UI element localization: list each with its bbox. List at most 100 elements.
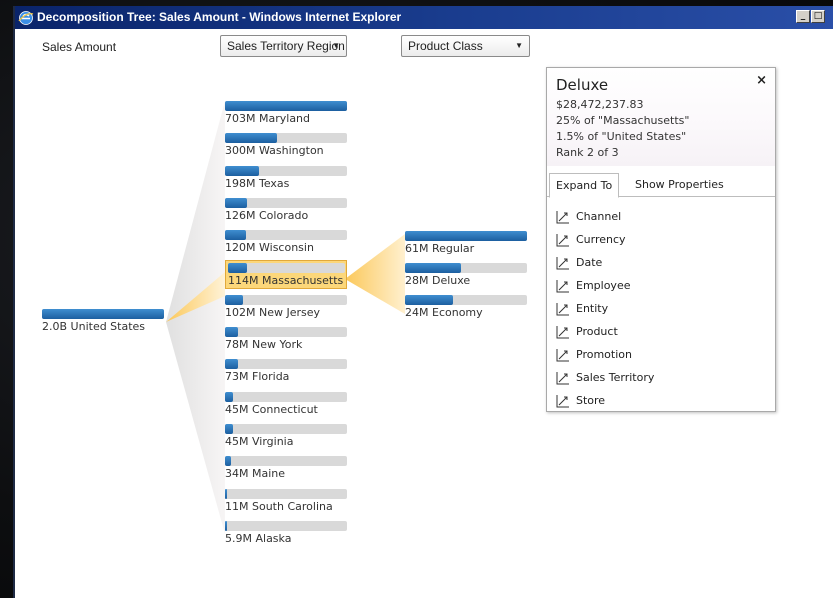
bar-fill	[225, 424, 233, 434]
bar-fill	[225, 101, 347, 111]
expand-arrow-icon	[556, 303, 569, 316]
node-label: 198M Texas	[225, 177, 347, 190]
popup-amount: $28,472,237.83	[556, 98, 644, 111]
node-value: 126M	[225, 208, 256, 222]
popup-percent-of-parent: 25% of "Massachusetts"	[556, 114, 690, 127]
root-node-united-states[interactable]: 2.0B United States	[42, 306, 164, 335]
expand-item-label: Employee	[576, 279, 631, 292]
region-node-maryland[interactable]: 703M Maryland	[225, 98, 347, 127]
expand-item-store[interactable]: Store	[555, 392, 767, 415]
expand-item-label: Entity	[576, 302, 609, 315]
expand-item-channel[interactable]: Channel	[555, 208, 767, 231]
expand-item-currency[interactable]: Currency	[555, 231, 767, 254]
node-name: Wisconsin	[259, 241, 314, 255]
node-label: 28M Deluxe	[405, 274, 527, 287]
node-value: 78M	[225, 338, 249, 352]
node-value: 300M	[225, 144, 256, 158]
region-node-massachusetts[interactable]: 114M Massachusetts	[225, 259, 347, 289]
node-name: South Carolina	[252, 499, 333, 513]
bar-track	[225, 197, 347, 208]
region-node-washington[interactable]: 300M Washington	[225, 130, 347, 159]
node-label: 5.9M Alaska	[225, 532, 347, 545]
expand-item-employee[interactable]: Employee	[555, 277, 767, 300]
popup-rank: Rank 2 of 3	[556, 146, 619, 159]
node-value: 61M	[405, 242, 429, 255]
tab-show-properties[interactable]: Show Properties	[629, 173, 730, 198]
bar-track	[228, 262, 345, 273]
node-name: Colorado	[259, 208, 309, 222]
bar-fill	[42, 309, 164, 319]
node-value: 28M	[405, 274, 429, 287]
expand-item-entity[interactable]: Entity	[555, 300, 767, 323]
expand-item-label: Date	[576, 256, 603, 269]
product-class-node-deluxe[interactable]: 28M Deluxe	[405, 260, 527, 289]
bar-fill	[225, 520, 227, 531]
node-name: Maryland	[259, 112, 311, 125]
popup-tabs: Expand To Show Properties	[547, 170, 775, 198]
node-name: New Jersey	[259, 305, 321, 319]
node-name: Alaska	[255, 531, 292, 545]
bar-fill	[225, 165, 260, 176]
tab-expand-to[interactable]: Expand To	[549, 173, 620, 198]
bar-fill	[225, 488, 227, 499]
close-icon[interactable]: ×	[756, 73, 767, 88]
bar-track	[225, 488, 347, 499]
node-name: Washington	[259, 144, 324, 158]
node-value: 120M	[225, 241, 256, 255]
bar-fill	[225, 359, 238, 370]
node-name: New York	[252, 338, 303, 352]
node-value: 73M	[225, 370, 249, 384]
bar-track	[405, 263, 527, 273]
region-node-alaska[interactable]: 5.9M Alaska	[225, 518, 347, 547]
region-node-new-york[interactable]: 78M New York	[225, 324, 347, 353]
node-label: 2.0B United States	[42, 320, 164, 333]
expand-item-date[interactable]: Date	[555, 254, 767, 277]
region-node-connecticut[interactable]: 45M Connecticut	[225, 389, 347, 418]
minimize-button[interactable]: _	[796, 10, 810, 23]
region-node-texas[interactable]: 198M Texas	[225, 163, 347, 192]
node-name: Massachusetts	[262, 273, 344, 287]
node-label: 24M Economy	[405, 306, 527, 319]
region-node-new-jersey[interactable]: 102M New Jersey	[225, 292, 347, 321]
node-value: 34M	[225, 467, 249, 481]
expand-arrow-icon	[556, 349, 569, 362]
product-class-node-regular[interactable]: 61M Regular	[405, 228, 527, 257]
node-label: 11M South Carolina	[225, 500, 347, 513]
bar-fill	[228, 262, 247, 273]
expand-item-product[interactable]: Product	[555, 323, 767, 346]
bar-track	[225, 424, 347, 434]
node-value: 2.0B	[42, 320, 68, 333]
expand-item-sales-territory[interactable]: Sales Territory	[555, 369, 767, 392]
region-node-florida[interactable]: 73M Florida	[225, 356, 347, 385]
bar-fill	[225, 230, 246, 241]
expand-arrow-icon	[556, 257, 569, 270]
node-label: 45M Connecticut	[225, 403, 347, 416]
product-class-node-economy[interactable]: 24M Economy	[405, 292, 527, 321]
node-label: 45M Virginia	[225, 435, 347, 448]
bar-track	[42, 309, 164, 319]
maximize-button[interactable]: □	[811, 10, 825, 23]
expand-item-label: Sales Territory	[576, 371, 655, 384]
node-label: 61M Regular	[405, 242, 527, 255]
title-bar: Decomposition Tree: Sales Amount - Windo…	[15, 6, 833, 29]
region-node-wisconsin[interactable]: 120M Wisconsin	[225, 227, 347, 256]
bar-track	[405, 295, 527, 305]
region-node-maine[interactable]: 34M Maine	[225, 453, 347, 482]
bar-track	[225, 359, 347, 370]
node-label: 102M New Jersey	[225, 306, 347, 319]
bar-fill	[225, 391, 233, 402]
node-label: 120M Wisconsin	[225, 241, 347, 254]
expand-arrow-icon	[556, 372, 569, 385]
region-node-colorado[interactable]: 126M Colorado	[225, 195, 347, 224]
expand-item-promotion[interactable]: Promotion	[555, 346, 767, 369]
node-name: Maine	[252, 467, 286, 481]
expand-item-label: Currency	[576, 233, 626, 246]
node-value: 11M	[225, 499, 249, 513]
expand-item-label: Product	[576, 325, 618, 338]
node-value: 5.9M	[225, 531, 252, 545]
popup-title: Deluxe	[556, 76, 609, 94]
region-node-virginia[interactable]: 45M Virginia	[225, 421, 347, 450]
region-node-south-carolina[interactable]: 11M South Carolina	[225, 486, 347, 515]
bar-track	[225, 230, 347, 241]
expand-arrow-icon	[556, 280, 569, 293]
